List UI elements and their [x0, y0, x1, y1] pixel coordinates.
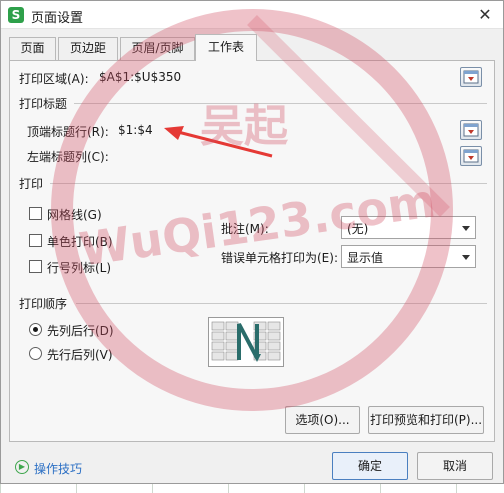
operation-tips-link[interactable]: 操作技巧 [34, 460, 82, 477]
comments-label: 批注(M): [221, 222, 269, 236]
mono-print-checkbox[interactable] [29, 234, 42, 247]
over-then-down-radio[interactable] [29, 347, 42, 360]
down-then-over-label[interactable]: 先列后行(D) [47, 322, 114, 339]
page-setup-dialog: S 页面设置 ✕ 页面 页边距 页眉/页脚 工作表 打印区域(A): $A$1:… [0, 0, 504, 484]
gridlines-checkbox[interactable] [29, 207, 42, 220]
help-circle-icon: ▶ [15, 460, 29, 474]
tab-header-footer[interactable]: 页眉/页脚 [120, 37, 195, 60]
mono-print-label[interactable]: 单色打印(B) [47, 233, 113, 250]
window-title: 页面设置 [31, 11, 84, 26]
cell-errors-label: 错误单元格打印为(E): [221, 251, 338, 265]
wps-app-icon: S [8, 7, 24, 23]
page-order-section-label: 打印顺序 [19, 297, 68, 311]
close-icon[interactable]: ✕ [473, 4, 497, 26]
left-cols-label: 左端标题列(C): [27, 150, 109, 164]
tab-margins[interactable]: 页边距 [58, 37, 118, 60]
page-order-preview-image [208, 317, 284, 367]
down-then-over-radio[interactable] [29, 323, 42, 336]
top-rows-picker-button[interactable] [460, 120, 482, 140]
comments-select[interactable]: (无) [341, 216, 476, 239]
tab-sheet[interactable]: 工作表 [195, 34, 257, 61]
tab-page[interactable]: 页面 [9, 37, 56, 60]
cell-errors-select[interactable]: 显示值 [341, 245, 476, 268]
range-picker-icon [463, 123, 479, 137]
print-area-picker-button[interactable] [460, 67, 482, 87]
title-bar: S 页面设置 ✕ [1, 1, 503, 29]
annotation-arrow [164, 126, 273, 158]
over-then-down-label[interactable]: 先行后列(V) [47, 346, 113, 363]
print-titles-section-label: 打印标题 [19, 97, 68, 111]
print-area-label: 打印区域(A): [19, 72, 89, 86]
chevron-down-icon [462, 255, 470, 260]
row-col-headings-label[interactable]: 行号列标(L) [47, 259, 111, 276]
ok-button[interactable]: 确定 [332, 452, 408, 480]
cancel-button[interactable]: 取消 [417, 452, 493, 480]
left-cols-picker-button[interactable] [460, 146, 482, 166]
chevron-down-icon [462, 226, 470, 231]
row-col-headings-checkbox[interactable] [29, 260, 42, 273]
range-picker-icon [463, 70, 479, 84]
print-preview-button[interactable]: 打印预览和打印(P)... [368, 406, 484, 434]
top-rows-value: $1:$4 [118, 123, 153, 137]
print-section-label: 打印 [19, 177, 44, 191]
gridlines-label[interactable]: 网格线(G) [47, 206, 102, 223]
top-rows-label: 顶端标题行(R): [27, 125, 109, 139]
page-order-icon [211, 321, 281, 362]
print-titles-separator [74, 103, 487, 104]
cell-errors-select-value: 显示值 [347, 251, 384, 265]
comments-select-value: (无) [347, 222, 369, 236]
page-order-separator [76, 303, 487, 304]
options-button[interactable]: 选项(O)... [285, 406, 360, 434]
range-picker-icon [463, 149, 479, 163]
print-area-value: $A$1:$U$350 [99, 70, 182, 84]
print-separator [50, 183, 487, 184]
print-area-field[interactable]: $A$1:$U$350 [96, 67, 456, 89]
